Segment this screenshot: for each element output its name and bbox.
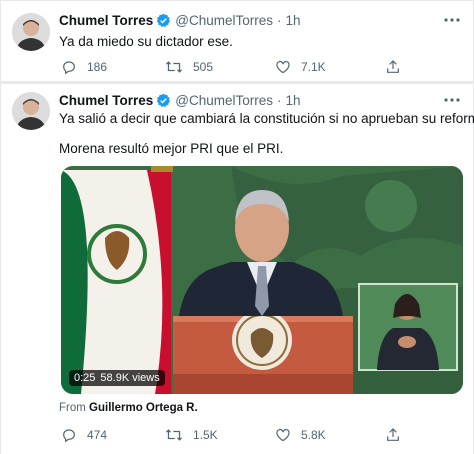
reply-count: 186 <box>87 60 108 74</box>
avatar-photo <box>12 13 50 51</box>
reply-count: 474 <box>87 428 108 442</box>
action-bar: 474 1.5K 5.8K <box>61 426 401 444</box>
video-duration: 0:25 <box>74 372 96 384</box>
video-views: 58.9K views <box>100 372 160 384</box>
separator: · <box>277 12 282 28</box>
like-button[interactable]: 7.1K <box>275 58 326 76</box>
verified-badge-icon <box>156 13 171 28</box>
reply-button[interactable]: 474 <box>61 426 107 444</box>
separator: · <box>277 92 282 108</box>
video-badge: 0:25 58.9K views <box>69 370 165 386</box>
retweet-icon <box>165 61 183 73</box>
retweet-button[interactable]: 505 <box>165 58 213 76</box>
timestamp[interactable]: 1h <box>286 93 301 108</box>
avatar-photo <box>12 92 50 130</box>
author-handle[interactable]: @ChumelTorres <box>175 13 273 28</box>
reply-button[interactable]: 186 <box>61 58 107 76</box>
avatar[interactable] <box>12 13 50 51</box>
reply-icon <box>63 429 75 443</box>
tweet-text-line-2: Morena resultó mejor PRI que el PRI. <box>59 141 284 156</box>
reply-icon <box>63 61 75 75</box>
author-name[interactable]: Chumel Torres <box>59 13 153 28</box>
like-button[interactable]: 5.8K <box>275 426 326 444</box>
action-bar: 186 505 7.1K <box>61 58 401 76</box>
tweet-header: Chumel Torres @ChumelTorres · 1h <box>59 91 301 109</box>
like-icon <box>276 60 290 74</box>
tweet-text: Ya da miedo su dictador ese. <box>59 34 233 49</box>
more-options-icon[interactable] <box>443 91 461 109</box>
tweet-header: Chumel Torres @ChumelTorres · 1h <box>59 11 301 29</box>
video-player[interactable]: 0:25 58.9K views <box>61 166 463 394</box>
timestamp[interactable]: 1h <box>286 13 301 28</box>
tweet-card[interactable]: Chumel Torres @ChumelTorres · 1h Ya sali… <box>1 84 474 454</box>
tweet-card[interactable]: Chumel Torres @ChumelTorres · 1h Ya da m… <box>1 1 473 81</box>
retweet-icon <box>165 429 183 441</box>
video-thumbnail <box>61 166 463 394</box>
share-button[interactable] <box>385 426 411 444</box>
retweet-count: 505 <box>193 60 214 74</box>
more-options-icon[interactable] <box>443 11 461 29</box>
like-count: 7.1K <box>301 60 326 74</box>
author-name[interactable]: Chumel Torres <box>59 93 153 108</box>
share-button[interactable] <box>385 58 411 76</box>
like-count: 5.8K <box>301 428 326 442</box>
from-author-link[interactable]: Guillermo Ortega R. <box>89 402 198 414</box>
like-icon <box>276 428 290 442</box>
retweet-count: 1.5K <box>193 428 218 442</box>
author-handle[interactable]: @ChumelTorres <box>175 93 273 108</box>
retweet-button[interactable]: 1.5K <box>165 426 218 444</box>
avatar[interactable] <box>12 92 50 130</box>
share-icon <box>387 428 399 441</box>
from-prefix: From <box>59 402 86 414</box>
tweet-text-line-1: Ya salió a decir que cambiará la constit… <box>59 111 474 126</box>
verified-badge-icon <box>156 93 171 108</box>
share-icon <box>387 60 399 73</box>
video-attribution: From Guillermo Ortega R. <box>59 402 198 414</box>
